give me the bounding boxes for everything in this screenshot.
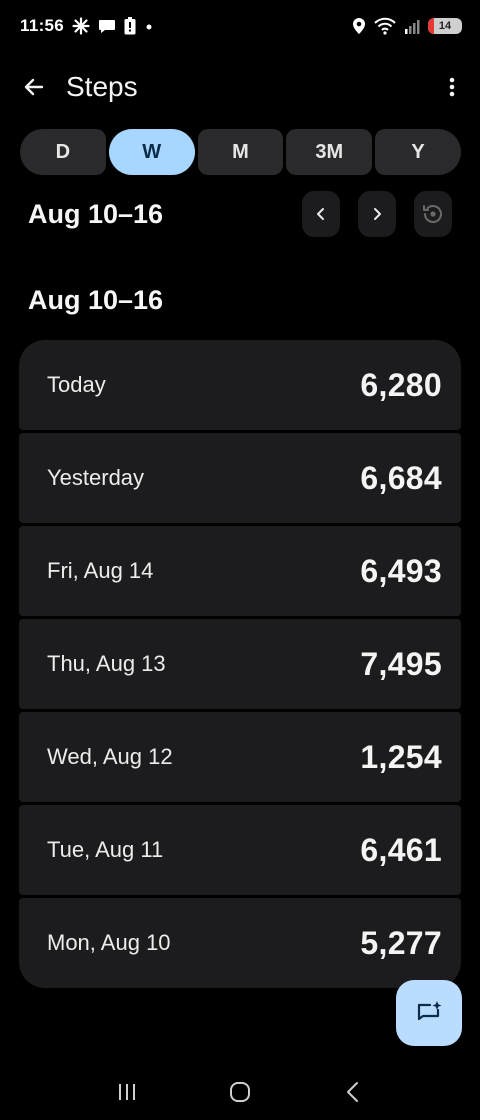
list-item[interactable]: Mon, Aug 10 5,277	[19, 898, 461, 988]
step-count: 6,280	[360, 366, 442, 403]
step-count: 6,493	[360, 552, 442, 589]
step-count: 6,461	[360, 831, 442, 868]
tab-day[interactable]: D	[20, 129, 106, 175]
signal-icon	[404, 17, 420, 35]
day-label: Mon, Aug 10	[47, 930, 171, 955]
system-navigation-bar	[0, 1064, 480, 1120]
recent-apps-button[interactable]	[107, 1072, 147, 1112]
app-bar: Steps	[0, 58, 480, 116]
step-count: 5,277	[360, 924, 442, 961]
chevron-left-icon	[347, 1082, 359, 1102]
sparkle-chat-icon	[417, 1001, 442, 1021]
tab-3-months[interactable]: 3M	[286, 129, 373, 175]
chevron-right-icon	[374, 208, 381, 220]
battery-alert-icon	[124, 17, 136, 35]
battery-icon: 14	[428, 18, 462, 34]
tab-month[interactable]: M	[197, 129, 284, 175]
section-title: Aug 10–16	[28, 285, 164, 315]
date-range-label: Aug 10–16	[28, 198, 164, 229]
step-count: 7,495	[360, 645, 442, 682]
list-item[interactable]: Wed, Aug 12 1,254	[19, 712, 461, 802]
status-time: 11:56	[20, 16, 65, 35]
status-right: 14	[352, 17, 462, 35]
battery-level: 14	[438, 20, 452, 32]
date-range-row: Aug 10–16	[28, 190, 452, 238]
tab-year[interactable]: Y	[375, 129, 461, 175]
battery-low-indicator	[428, 18, 434, 34]
day-label: Thu, Aug 13	[47, 651, 166, 676]
pinwheel-icon	[72, 17, 90, 35]
back-button[interactable]	[18, 71, 50, 103]
home-icon	[229, 1082, 250, 1102]
chat-bubble-icon	[98, 17, 116, 35]
system-back-button[interactable]	[333, 1072, 373, 1112]
list-item[interactable]: Thu, Aug 13 7,495	[19, 619, 461, 709]
day-label: Fri, Aug 14	[47, 558, 154, 583]
history-icon	[423, 205, 442, 223]
list-item[interactable]: Yesterday 6,684	[19, 433, 461, 523]
day-label: Yesterday	[47, 465, 145, 490]
dot-icon	[144, 17, 154, 35]
status-bar: 11:56 14	[0, 0, 480, 52]
daily-steps-list: Today 6,280 Yesterday 6,684 Fri, Aug 14 …	[19, 340, 461, 988]
reset-period-button[interactable]	[414, 191, 452, 237]
arrow-left-icon	[24, 78, 44, 96]
list-item[interactable]: Fri, Aug 14 6,493	[19, 526, 461, 616]
list-item[interactable]: Tue, Aug 11 6,461	[19, 805, 461, 895]
step-count: 1,254	[360, 738, 442, 775]
more-vert-icon	[449, 77, 455, 97]
more-options-button[interactable]	[438, 71, 466, 103]
next-period-button[interactable]	[358, 191, 396, 237]
period-tabs: D W M 3M Y	[20, 129, 461, 175]
step-count: 6,684	[360, 459, 442, 496]
status-left: 11:56	[20, 16, 154, 36]
day-label: Today	[47, 372, 106, 397]
day-label: Tue, Aug 11	[47, 837, 164, 862]
list-item[interactable]: Today 6,280	[19, 340, 461, 430]
page-title: Steps	[66, 71, 138, 102]
home-button[interactable]	[220, 1072, 260, 1112]
day-label: Wed, Aug 12	[47, 744, 173, 769]
recents-icon	[118, 1084, 135, 1100]
assistant-fab-button[interactable]	[396, 980, 462, 1046]
tab-week[interactable]: W	[108, 129, 195, 175]
wifi-icon	[374, 17, 396, 35]
previous-period-button[interactable]	[302, 191, 340, 237]
location-icon	[352, 17, 366, 35]
chevron-left-icon	[317, 208, 324, 220]
